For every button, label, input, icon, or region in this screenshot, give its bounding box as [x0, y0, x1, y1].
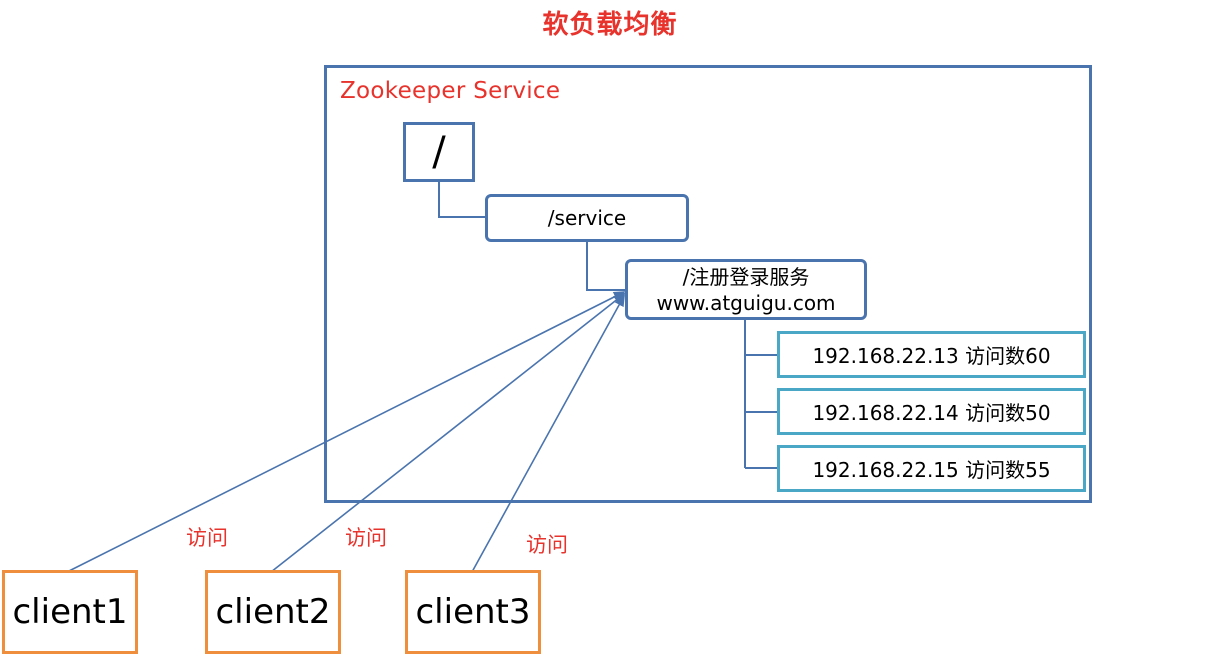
- server-node-2: 192.168.22.14 访问数50: [777, 388, 1086, 435]
- access-label-client1: 访问: [186, 526, 228, 550]
- registration-znode-url: www.atguigu.com: [656, 290, 836, 315]
- client-node-3: client3: [405, 570, 541, 654]
- server-node-3: 192.168.22.15 访问数55: [777, 445, 1086, 492]
- access-label-client2: 访问: [345, 526, 387, 550]
- service-znode: /service: [485, 194, 689, 242]
- zookeeper-service-label: Zookeeper Service: [340, 78, 561, 104]
- server-node-1: 192.168.22.13 访问数60: [777, 331, 1086, 378]
- client-node-1: client1: [2, 570, 138, 654]
- client-node-2: client2: [205, 570, 341, 654]
- registration-znode-path: /注册登录服务: [682, 264, 810, 289]
- access-label-client3: 访问: [526, 533, 568, 557]
- registration-znode: /注册登录服务 www.atguigu.com: [625, 259, 867, 320]
- root-znode: /: [403, 122, 475, 182]
